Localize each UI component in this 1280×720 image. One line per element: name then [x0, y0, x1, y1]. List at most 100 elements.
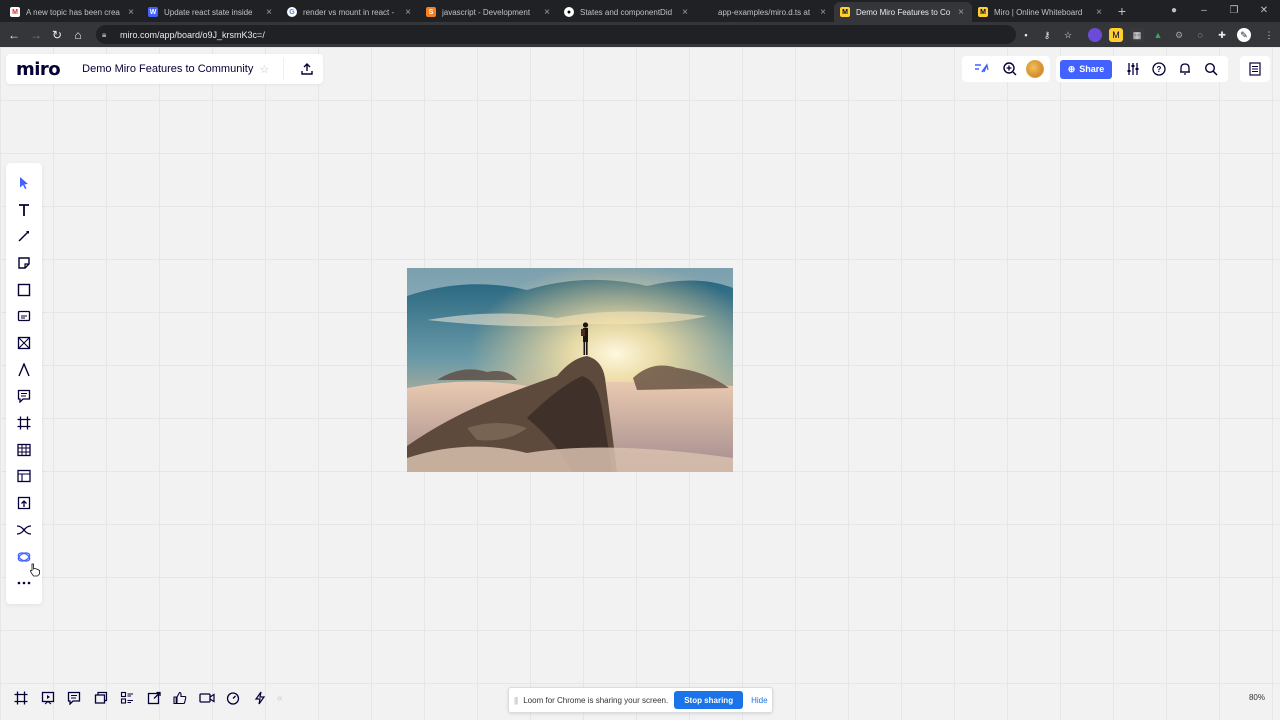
- close-icon[interactable]: ×: [1094, 7, 1104, 18]
- lock-icon: 🔒︎: [102, 29, 107, 39]
- close-icon[interactable]: ×: [818, 7, 828, 18]
- drag-handle-icon[interactable]: |||: [514, 696, 518, 705]
- bookmark-star-icon[interactable]: ☆: [1061, 28, 1075, 42]
- medium-icon: ●: [564, 7, 574, 17]
- tab-title: app-examples/miro.d.ts at: [718, 7, 811, 17]
- text-tool-icon[interactable]: [14, 200, 34, 220]
- close-icon[interactable]: ×: [542, 7, 552, 18]
- browser-tab[interactable]: app-examples/miro.d.ts at ×: [696, 2, 834, 22]
- close-icon[interactable]: ×: [264, 7, 274, 18]
- star-icon[interactable]: ☆: [259, 63, 269, 76]
- mind-map-icon[interactable]: [14, 520, 34, 540]
- kanban-icon[interactable]: [114, 687, 141, 709]
- browser-tab[interactable]: G render vs mount in react - ×: [281, 2, 419, 22]
- notes-panel-button[interactable]: [1240, 56, 1270, 82]
- github-icon: [702, 7, 712, 17]
- comment-tool-icon[interactable]: [14, 386, 34, 406]
- profile-avatar-icon[interactable]: ✎: [1237, 28, 1251, 42]
- frames-icon[interactable]: [8, 687, 35, 709]
- close-icon[interactable]: ×: [680, 7, 690, 18]
- home-icon[interactable]: ⌂: [70, 27, 86, 43]
- frame-placeholder-icon[interactable]: [14, 333, 34, 353]
- mountain-landscape-image: [407, 268, 733, 472]
- reload-icon[interactable]: ↻: [49, 27, 65, 43]
- hide-button[interactable]: Hide: [751, 696, 767, 705]
- miro-extension-icon[interactable]: M: [1109, 28, 1123, 42]
- new-tab-button[interactable]: +: [1114, 3, 1130, 19]
- search-icon[interactable]: [1202, 60, 1220, 78]
- screen-sharing-bar: ||| Loom for Chrome is sharing your scre…: [508, 687, 773, 713]
- address-bar[interactable]: 🔒︎ miro.com/app/board/o9J_krsmK3c=/: [96, 25, 1016, 44]
- miro-logo[interactable]: miro: [16, 59, 61, 80]
- browser-tab[interactable]: W Update react state inside ×: [142, 2, 280, 22]
- lightning-icon[interactable]: [247, 687, 274, 709]
- comments-icon[interactable]: [61, 687, 88, 709]
- zoom-level[interactable]: 80%: [1240, 686, 1274, 708]
- avatar[interactable]: [1026, 60, 1045, 78]
- presentation-icon[interactable]: [35, 687, 62, 709]
- upload-tool-icon[interactable]: [14, 493, 34, 513]
- close-icon[interactable]: ×: [403, 7, 413, 18]
- reactions-icon[interactable]: [972, 60, 990, 78]
- restore-button[interactable]: ❐: [1220, 3, 1248, 19]
- close-icon[interactable]: ×: [126, 7, 136, 18]
- shape-tool-icon[interactable]: [14, 280, 34, 300]
- browser-tab[interactable]: S javascript - Development ×: [420, 2, 558, 22]
- forward-icon[interactable]: →: [28, 27, 44, 43]
- export-button[interactable]: [283, 58, 317, 80]
- stop-sharing-button[interactable]: Stop sharing: [674, 691, 744, 709]
- browser-tab[interactable]: M A new topic has been crea ×: [4, 2, 142, 22]
- tab-title: Miro | Online Whiteboard: [994, 7, 1083, 17]
- extension-icon[interactable]: ▦: [1130, 28, 1144, 42]
- tab-title: render vs mount in react -: [303, 7, 395, 17]
- globe-icon: ⊕: [1067, 63, 1076, 74]
- close-window-button[interactable]: ✕: [1250, 3, 1278, 19]
- bottom-toolbar: «: [8, 686, 308, 710]
- url-text: miro.com/app/board/o9J_krsmK3c=/: [120, 29, 265, 40]
- browser-tab[interactable]: ● States and componentDid ×: [558, 2, 696, 22]
- key-icon[interactable]: ⚷: [1040, 28, 1054, 42]
- back-icon[interactable]: ←: [6, 27, 22, 43]
- settings-sliders-icon[interactable]: [1124, 60, 1142, 78]
- help-icon[interactable]: ?: [1150, 60, 1168, 78]
- extension-icon[interactable]: [1088, 28, 1102, 42]
- extension-icon[interactable]: ◌: [1193, 28, 1207, 42]
- tab-title: Demo Miro Features to Co: [856, 7, 951, 17]
- profile-icon[interactable]: ●: [1160, 3, 1188, 19]
- puzzle-icon[interactable]: ✚: [1215, 28, 1229, 42]
- voting-icon[interactable]: [167, 687, 194, 709]
- video-call-icon[interactable]: [194, 687, 221, 709]
- menu-dots-icon[interactable]: ⋮: [1262, 28, 1276, 42]
- minimize-button[interactable]: –: [1190, 3, 1218, 19]
- timer-icon[interactable]: [220, 687, 247, 709]
- close-icon[interactable]: ×: [956, 7, 966, 18]
- add-collaborator-icon[interactable]: [1001, 60, 1019, 78]
- share-button[interactable]: ⊕ Share: [1060, 59, 1112, 79]
- camera-icon[interactable]: ▪: [1019, 28, 1033, 42]
- sharing-message: Loom for Chrome is sharing your screen.: [523, 695, 669, 705]
- collapse-toolbar-icon[interactable]: «: [277, 693, 283, 704]
- card-tool-icon[interactable]: [14, 306, 34, 326]
- cards-icon[interactable]: [88, 687, 115, 709]
- frame-tool-icon[interactable]: [14, 413, 34, 433]
- share-screen-icon[interactable]: [141, 687, 168, 709]
- collaboration-bar: [962, 56, 1050, 82]
- drive-icon[interactable]: ▲: [1151, 28, 1165, 42]
- upload-icon: [301, 63, 313, 75]
- board-title[interactable]: Demo Miro Features to Community: [82, 63, 253, 75]
- canvas-image[interactable]: [407, 268, 733, 472]
- browser-toolbar: ← → ↻ ⌂ 🔒︎ miro.com/app/board/o9J_krsmK3…: [0, 22, 1280, 47]
- bell-icon[interactable]: [1176, 60, 1194, 78]
- sticky-note-icon[interactable]: [14, 253, 34, 273]
- browser-tab-active[interactable]: M Demo Miro Features to Co ×: [834, 2, 972, 22]
- browser-tab[interactable]: M Miro | Online Whiteboard ×: [972, 2, 1110, 22]
- extension-icon[interactable]: ⚙: [1172, 28, 1186, 42]
- table-tool-icon[interactable]: [14, 440, 34, 460]
- tab-title: States and componentDid: [580, 7, 673, 17]
- pen-draw-icon[interactable]: [14, 360, 34, 380]
- svg-text:?: ?: [1157, 65, 1162, 74]
- pen-tool-icon[interactable]: [14, 226, 34, 246]
- miro-w-icon: W: [148, 7, 158, 17]
- select-tool-icon[interactable]: [14, 173, 34, 193]
- template-icon[interactable]: [14, 466, 34, 486]
